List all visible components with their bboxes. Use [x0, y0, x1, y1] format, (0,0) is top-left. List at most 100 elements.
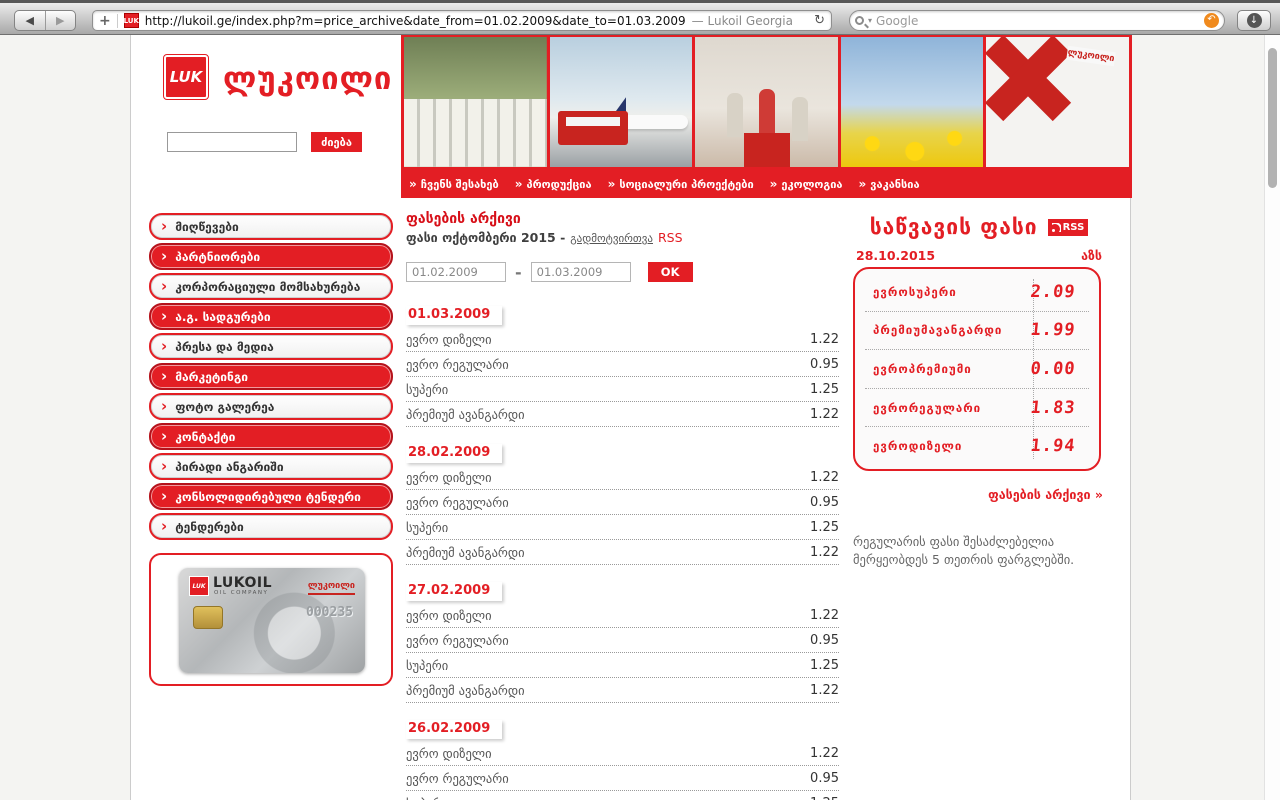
- sidebar-item[interactable]: › ა.გ. სადგურები: [149, 303, 393, 330]
- url-field[interactable]: + LUK http://lukoil.ge/index.php?m=price…: [92, 10, 832, 31]
- panel-station-label: აზს: [1081, 248, 1102, 263]
- fuel-price-panel: ევროსუპერი 2.09 პრემიუმავანგარდი 1.99 ევროპრ…: [853, 267, 1101, 471]
- chevron-right-icon: ›: [161, 427, 168, 445]
- price-archive-link[interactable]: ფასების არქივი »: [853, 487, 1105, 502]
- sidebar-item[interactable]: › ფოტო გალერეა: [149, 393, 393, 420]
- sidebar-item[interactable]: › კონსოლიდირებული ტენდერი: [149, 483, 393, 510]
- price-section: 01.03.2009 ევრო დიზელი 1.22 ევრო რეგულარი 0.…: [406, 303, 839, 427]
- nav-item-label: პროდუქცია: [526, 177, 592, 191]
- double-chevron-icon: »: [409, 177, 417, 191]
- screen: ◀ ▶ + LUK http://lukoil.ge/index.php?m=p…: [0, 0, 1280, 800]
- card-logo-icon: LUK: [189, 576, 209, 596]
- fuel-name: ევრო დიზელი: [406, 332, 492, 347]
- card-georgian-brand: ლუკოილი: [307, 581, 355, 595]
- rss-badge[interactable]: RSS: [1047, 218, 1089, 236]
- price-section: 26.02.2009 ევრო დიზელი 1.22 ევრო რეგულარი 0.…: [406, 717, 839, 800]
- scrollbar-thumb[interactable]: [1268, 48, 1277, 188]
- lukoil-logo-icon[interactable]: LUK: [163, 54, 209, 100]
- date-from-input[interactable]: [406, 262, 506, 282]
- date-range-dash: -: [515, 262, 522, 282]
- sidebar-item[interactable]: › პირადი ანგარიში: [149, 453, 393, 480]
- fuel-row: ევრორეგულარი 1.83: [865, 389, 1089, 428]
- reload-icon[interactable]: ↻: [814, 13, 825, 28]
- fuel-price-display: 1.94: [1029, 436, 1077, 457]
- chevron-right-icon: ›: [161, 247, 168, 265]
- sidebar-item[interactable]: › პარტნიორები: [149, 243, 393, 270]
- nav-item[interactable]: » სოციალური პროექტები: [608, 177, 754, 191]
- forward-button[interactable]: ▶: [44, 11, 76, 30]
- date-range-form: - OK: [406, 262, 839, 282]
- rss-link[interactable]: RSS: [658, 230, 683, 245]
- photo-oil-tanks: [404, 37, 547, 167]
- date-to-input[interactable]: [530, 262, 631, 282]
- archive-sections: 01.03.2009 ევრო დიზელი 1.22 ევრო რეგულარი 0.…: [406, 303, 839, 800]
- panel-date-row: 28.10.2015 აზს: [853, 248, 1105, 263]
- sidebar-item[interactable]: › მარკეტინგი: [149, 363, 393, 390]
- podium: [743, 133, 790, 167]
- back-button[interactable]: ◀: [15, 11, 45, 30]
- fuel-price: 1.25: [810, 382, 839, 397]
- card-chip: [193, 606, 223, 629]
- nav-item[interactable]: » პროდუქცია: [515, 177, 592, 191]
- fuel-row: ევროდიზელი 1.94: [865, 427, 1089, 465]
- main-nav: » ჩვენს შესახებ» პროდუქცია» სოციალური პროექ…: [401, 170, 1132, 198]
- fuel-price: 1.22: [810, 332, 839, 347]
- fuel-name: პრემიუმ ავანგარდი: [406, 545, 525, 560]
- fuel-price: 1.25: [810, 658, 839, 673]
- price-row: პრემიუმ ავანგარდი 1.22: [406, 540, 839, 565]
- date-tab: 27.02.2009: [406, 582, 503, 601]
- sidebar-item[interactable]: › ტენდერები: [149, 513, 393, 540]
- photo-flag-with-cross: ლუკოილი: [986, 37, 1129, 167]
- sidebar-item-label: ა.გ. სადგურები: [175, 309, 271, 324]
- double-chevron-icon: »: [607, 177, 616, 191]
- site-search-input[interactable]: [167, 132, 297, 152]
- fuel-name: ევრო რეგულარი: [406, 357, 509, 372]
- chevron-down-icon[interactable]: ▾: [868, 16, 872, 25]
- site-search-button[interactable]: ძიება: [311, 132, 362, 152]
- site-logo-text[interactable]: ლუკოილი: [223, 61, 392, 97]
- price-row: სუპერი 1.25: [406, 515, 839, 540]
- snapback-icon[interactable]: ↶: [1204, 13, 1219, 28]
- sidebar-item[interactable]: › პრესა და მედია: [149, 333, 393, 360]
- sidebar-menu: › მიღწევები › პარტნიორები › კორპორაციული მომს…: [149, 213, 393, 543]
- download-link[interactable]: გადმოტვირთვა: [570, 232, 653, 245]
- chevron-right-icon: ›: [161, 517, 168, 535]
- card-brand: LUKOIL: [213, 575, 273, 591]
- sidebar-item-label: პირადი ანგარიში: [175, 459, 284, 474]
- scrollbar[interactable]: [1264, 35, 1280, 800]
- price-rows: ევრო დიზელი 1.22 ევრო რეგულარი 0.95 სუპერი 1.…: [406, 465, 839, 565]
- downloads-button[interactable]: ↓: [1237, 10, 1271, 31]
- sidebar-item-label: კონტაქტი: [175, 429, 236, 444]
- price-section: 27.02.2009 ევრო დიზელი 1.22 ევრო რეგულარი 0.…: [406, 579, 839, 703]
- fuel-name: სუპერი: [406, 658, 449, 673]
- regular-price-note: რეგულარის ფასი შესაძლებელია მერყეობდეს 5…: [853, 534, 1075, 567]
- url-text[interactable]: http://lukoil.ge/index.php?m=price_archi…: [145, 14, 686, 28]
- nav-item[interactable]: » ვაკანსია: [859, 177, 920, 191]
- fuel-row: ევროსუპერი 2.09: [865, 273, 1089, 312]
- new-tab-button[interactable]: +: [99, 13, 111, 29]
- price-row: ევრო დიზელი 1.22: [406, 465, 839, 490]
- sidebar-item-label: კორპორაციული მომსახურება: [175, 279, 361, 294]
- divider: [116, 13, 118, 28]
- sidebar-item[interactable]: › მიღწევები: [149, 213, 393, 240]
- price-section: 28.02.2009 ევრო დიზელი 1.22 ევრო რეგულარი 0.…: [406, 441, 839, 565]
- date-tab: 01.03.2009: [406, 306, 503, 325]
- ok-button[interactable]: OK: [647, 262, 693, 282]
- date-tab: 28.02.2009: [406, 444, 503, 463]
- chevron-right-icon: ›: [161, 397, 168, 415]
- sidebar-item[interactable]: › კონტაქტი: [149, 423, 393, 450]
- fuel-price: 1.22: [810, 683, 839, 698]
- nav-item[interactable]: » ეკოლოგია: [770, 177, 843, 191]
- fuel-price-display: 2.09: [1029, 281, 1077, 302]
- price-rows: ევრო დიზელი 1.22 ევრო რეგულარი 0.95 სუპერი 1.…: [406, 603, 839, 703]
- price-row: ევრო რეგულარი 0.95: [406, 766, 839, 791]
- nav-item[interactable]: » ჩვენს შესახებ: [409, 177, 499, 191]
- sidebar-item-label: ტენდერები: [175, 519, 244, 534]
- search-field[interactable]: ▾ Google ↶: [849, 10, 1225, 31]
- fuel-card-promo[interactable]: LUK LUKOIL OIL COMPANY ლუკოილი 000235: [149, 553, 393, 686]
- double-chevron-icon: »: [858, 177, 867, 191]
- site-favicon-icon: LUK: [124, 13, 139, 28]
- nav-item-label: ვაკანსია: [870, 177, 920, 191]
- fuel-price: 1.25: [810, 520, 839, 535]
- sidebar-item[interactable]: › კორპორაციული მომსახურება: [149, 273, 393, 300]
